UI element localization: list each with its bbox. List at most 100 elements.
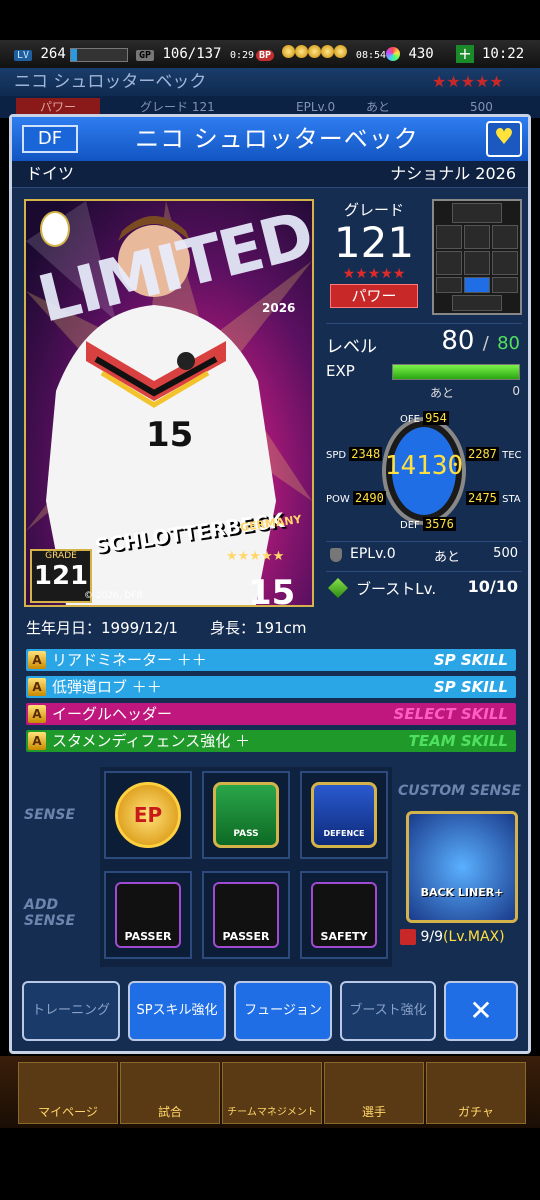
sta-label: STA	[502, 494, 521, 505]
skill-grade-badge: A	[28, 732, 46, 750]
add-sense-slot[interactable]: PASSER	[104, 871, 192, 959]
card-copyright: © 2026, DFB	[84, 591, 143, 601]
sense-slot-ep[interactable]: EP	[104, 771, 192, 859]
training-button[interactable]: トレーニング	[22, 981, 120, 1041]
top-hud: LV 264 GP 106/137 0:29 BP 08:54 430 + 10…	[0, 40, 540, 69]
ep-sense-icon: EP	[115, 782, 181, 848]
height-label: 身長：	[210, 619, 256, 637]
nation-bar: ドイツ ナショナル 2026	[12, 161, 528, 188]
exp-bar-fill	[393, 365, 519, 379]
skill-row[interactable]: A イーグルヘッダー SELECT SKILL	[26, 703, 516, 725]
skill-grade-badge: A	[28, 678, 46, 696]
pow-value: 2490	[352, 491, 386, 505]
nav-players: 選手	[324, 1062, 424, 1124]
bp-coin-icon	[308, 45, 322, 58]
custom-sense-card[interactable]: BACK LINER+	[406, 811, 518, 923]
bp-label: BP	[256, 50, 275, 61]
birth-value: 1999/12/1	[101, 619, 178, 637]
boost-value: 10/10	[467, 577, 518, 596]
skill-name: リアドミネーター ＋＋	[52, 651, 207, 669]
height-info: 身長：191cm	[210, 617, 307, 638]
gp-label: GP	[136, 50, 155, 61]
nav-label: マイページ	[38, 1105, 98, 1119]
level-label: レベル	[326, 337, 377, 357]
add-gem-button[interactable]: +	[456, 45, 474, 63]
level-max: 80	[497, 333, 520, 354]
eplv-row: EPLv.0 あと 500	[326, 541, 522, 568]
defence-sense-label: DEFENCE	[323, 829, 365, 838]
background-bottom-nav: マイページ 試合 チームマネジメント 選手 ガチャ	[0, 1056, 540, 1128]
nav-match: 試合	[120, 1062, 220, 1124]
bp-display: BP 08:54	[256, 40, 386, 70]
add-sense-label: ADD SENSE	[24, 897, 76, 929]
pitch-cell	[492, 225, 518, 249]
pow-label: POW	[326, 494, 350, 505]
sp-skill-upgrade-button[interactable]: SPスキル強化	[128, 981, 226, 1041]
background-stars: ★★★★★	[432, 72, 504, 91]
grade-panel: グレード 121 ★★★★★ パワー	[326, 199, 422, 315]
fusion-button[interactable]: フュージョン	[234, 981, 332, 1041]
gem-value: 430	[408, 46, 434, 62]
pitch-cell	[492, 251, 518, 275]
spd-label: SPD	[326, 450, 347, 461]
total-stat-value: 14130	[384, 451, 464, 481]
def-value: 3576	[422, 517, 456, 531]
shield-icon	[330, 548, 342, 562]
skill-row[interactable]: A リアドミネーター ＋＋ SP SKILL	[26, 649, 516, 671]
def-stat: DEF 3576	[400, 517, 456, 532]
birth-info: 生年月日：1999/12/1	[26, 617, 178, 638]
custom-sense-count-value: 9/9	[420, 929, 443, 945]
custom-sense-copy-icon	[400, 929, 416, 945]
exp-rest-label: あと	[430, 386, 455, 400]
ofe-value: 954	[423, 411, 449, 425]
sense-slot-defence[interactable]: DEFENCE	[300, 771, 388, 859]
boost-upgrade-button[interactable]: ブースト強化	[340, 981, 436, 1041]
add-sense-label: PASSER	[124, 930, 172, 943]
grade-label: グレード	[343, 201, 404, 219]
def-label: DEF	[400, 520, 420, 531]
custom-sense-label: CUSTOM SENSE	[398, 783, 521, 799]
exp-label: EXP	[326, 362, 355, 380]
tec-value: 2287	[466, 447, 499, 461]
dfb-crest-icon	[40, 211, 70, 247]
bp-coin-icon	[295, 45, 309, 58]
level-display: 80 / 80	[441, 326, 520, 356]
passer-network-icon: PASSER	[115, 882, 181, 948]
pow-stat: POW 2490	[326, 491, 386, 506]
card-stars: ★★★★★	[226, 549, 285, 564]
boost-icon	[328, 578, 348, 598]
pitch-cell	[436, 251, 462, 275]
add-sense-slot[interactable]: PASSER	[202, 871, 290, 959]
card-grade-label: GRADE	[45, 551, 77, 561]
level-display: LV 264	[14, 40, 66, 68]
level-value: 80	[441, 326, 475, 356]
card-grade-value: 121	[33, 561, 89, 591]
custom-sense-max: (Lv.MAX)	[442, 929, 505, 945]
exp-rest-value: 0	[512, 384, 520, 398]
nav-gacha: ガチャ	[426, 1062, 526, 1124]
card-back-number: 15	[248, 573, 296, 607]
nav-label: チームマネジメント	[227, 1107, 317, 1118]
pass-sense-label: PASS	[233, 829, 259, 839]
player-card-image[interactable]: LIMITED 2026 15 SCHLOTTERBECK GERMANY ★★…	[24, 199, 314, 607]
close-button[interactable]: ✕	[444, 981, 518, 1041]
birth-label: 生年月日：	[26, 619, 102, 637]
skill-row[interactable]: A スタメンディフェンス強化 ＋ TEAM SKILL	[26, 730, 516, 752]
spd-stat: SPD 2348	[326, 447, 383, 462]
favorite-heart-button[interactable]: ♥	[486, 121, 522, 157]
add-sense-slot[interactable]: SAFETY	[300, 871, 388, 959]
defence-sense-icon: DEFENCE	[311, 782, 377, 848]
nav-label: 選手	[361, 1105, 386, 1119]
passer-network-icon: PASSER	[213, 882, 279, 948]
tec-stat: 2287 TEC	[466, 447, 522, 462]
sense-slot-pass[interactable]: PASS	[202, 771, 290, 859]
nav-team-management: チームマネジメント	[222, 1062, 322, 1124]
pitch-cell	[436, 225, 462, 249]
card-year: 2026	[262, 301, 296, 315]
type-badge: パワー	[330, 284, 418, 308]
edition: ナショナル 2026	[390, 164, 516, 183]
skill-row[interactable]: A 低弾道ロブ ＋＋ SP SKILL	[26, 676, 516, 698]
tec-label: TEC	[502, 450, 522, 461]
level-separator: /	[482, 333, 489, 354]
skill-name: 低弾道ロブ ＋＋	[52, 678, 162, 696]
